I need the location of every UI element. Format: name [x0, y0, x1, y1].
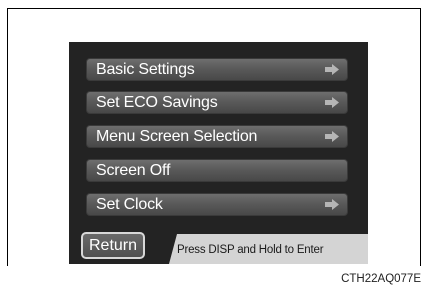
set-eco-savings-button[interactable]: Set ECO Savings: [86, 91, 348, 114]
screen-off-button[interactable]: Screen Off: [86, 159, 348, 182]
menu-item-label: Screen Off: [96, 162, 171, 179]
arrow-right-icon: [325, 199, 339, 210]
arrow-right-icon: [325, 64, 339, 75]
display-screen: Basic Settings Set ECO Savings Menu Scre…: [69, 42, 368, 264]
return-label: Return: [88, 237, 138, 254]
figure-code: CTH22AQ077E: [341, 273, 421, 285]
menu-screen-selection-button[interactable]: Menu Screen Selection: [86, 125, 348, 148]
hint-banner: Press DISP and Hold to Enter: [169, 234, 368, 264]
menu-item-label: Set ECO Savings: [96, 94, 218, 111]
return-button[interactable]: Return: [81, 232, 145, 259]
menu-item-label: Menu Screen Selection: [96, 128, 258, 145]
arrow-right-icon: [325, 97, 339, 108]
arrow-right-icon: [325, 131, 339, 142]
set-clock-button[interactable]: Set Clock: [86, 193, 348, 216]
menu-item-label: Set Clock: [96, 196, 163, 213]
hint-text: Press DISP and Hold to Enter: [177, 244, 324, 256]
menu-item-label: Basic Settings: [96, 61, 195, 78]
basic-settings-button[interactable]: Basic Settings: [86, 58, 348, 81]
